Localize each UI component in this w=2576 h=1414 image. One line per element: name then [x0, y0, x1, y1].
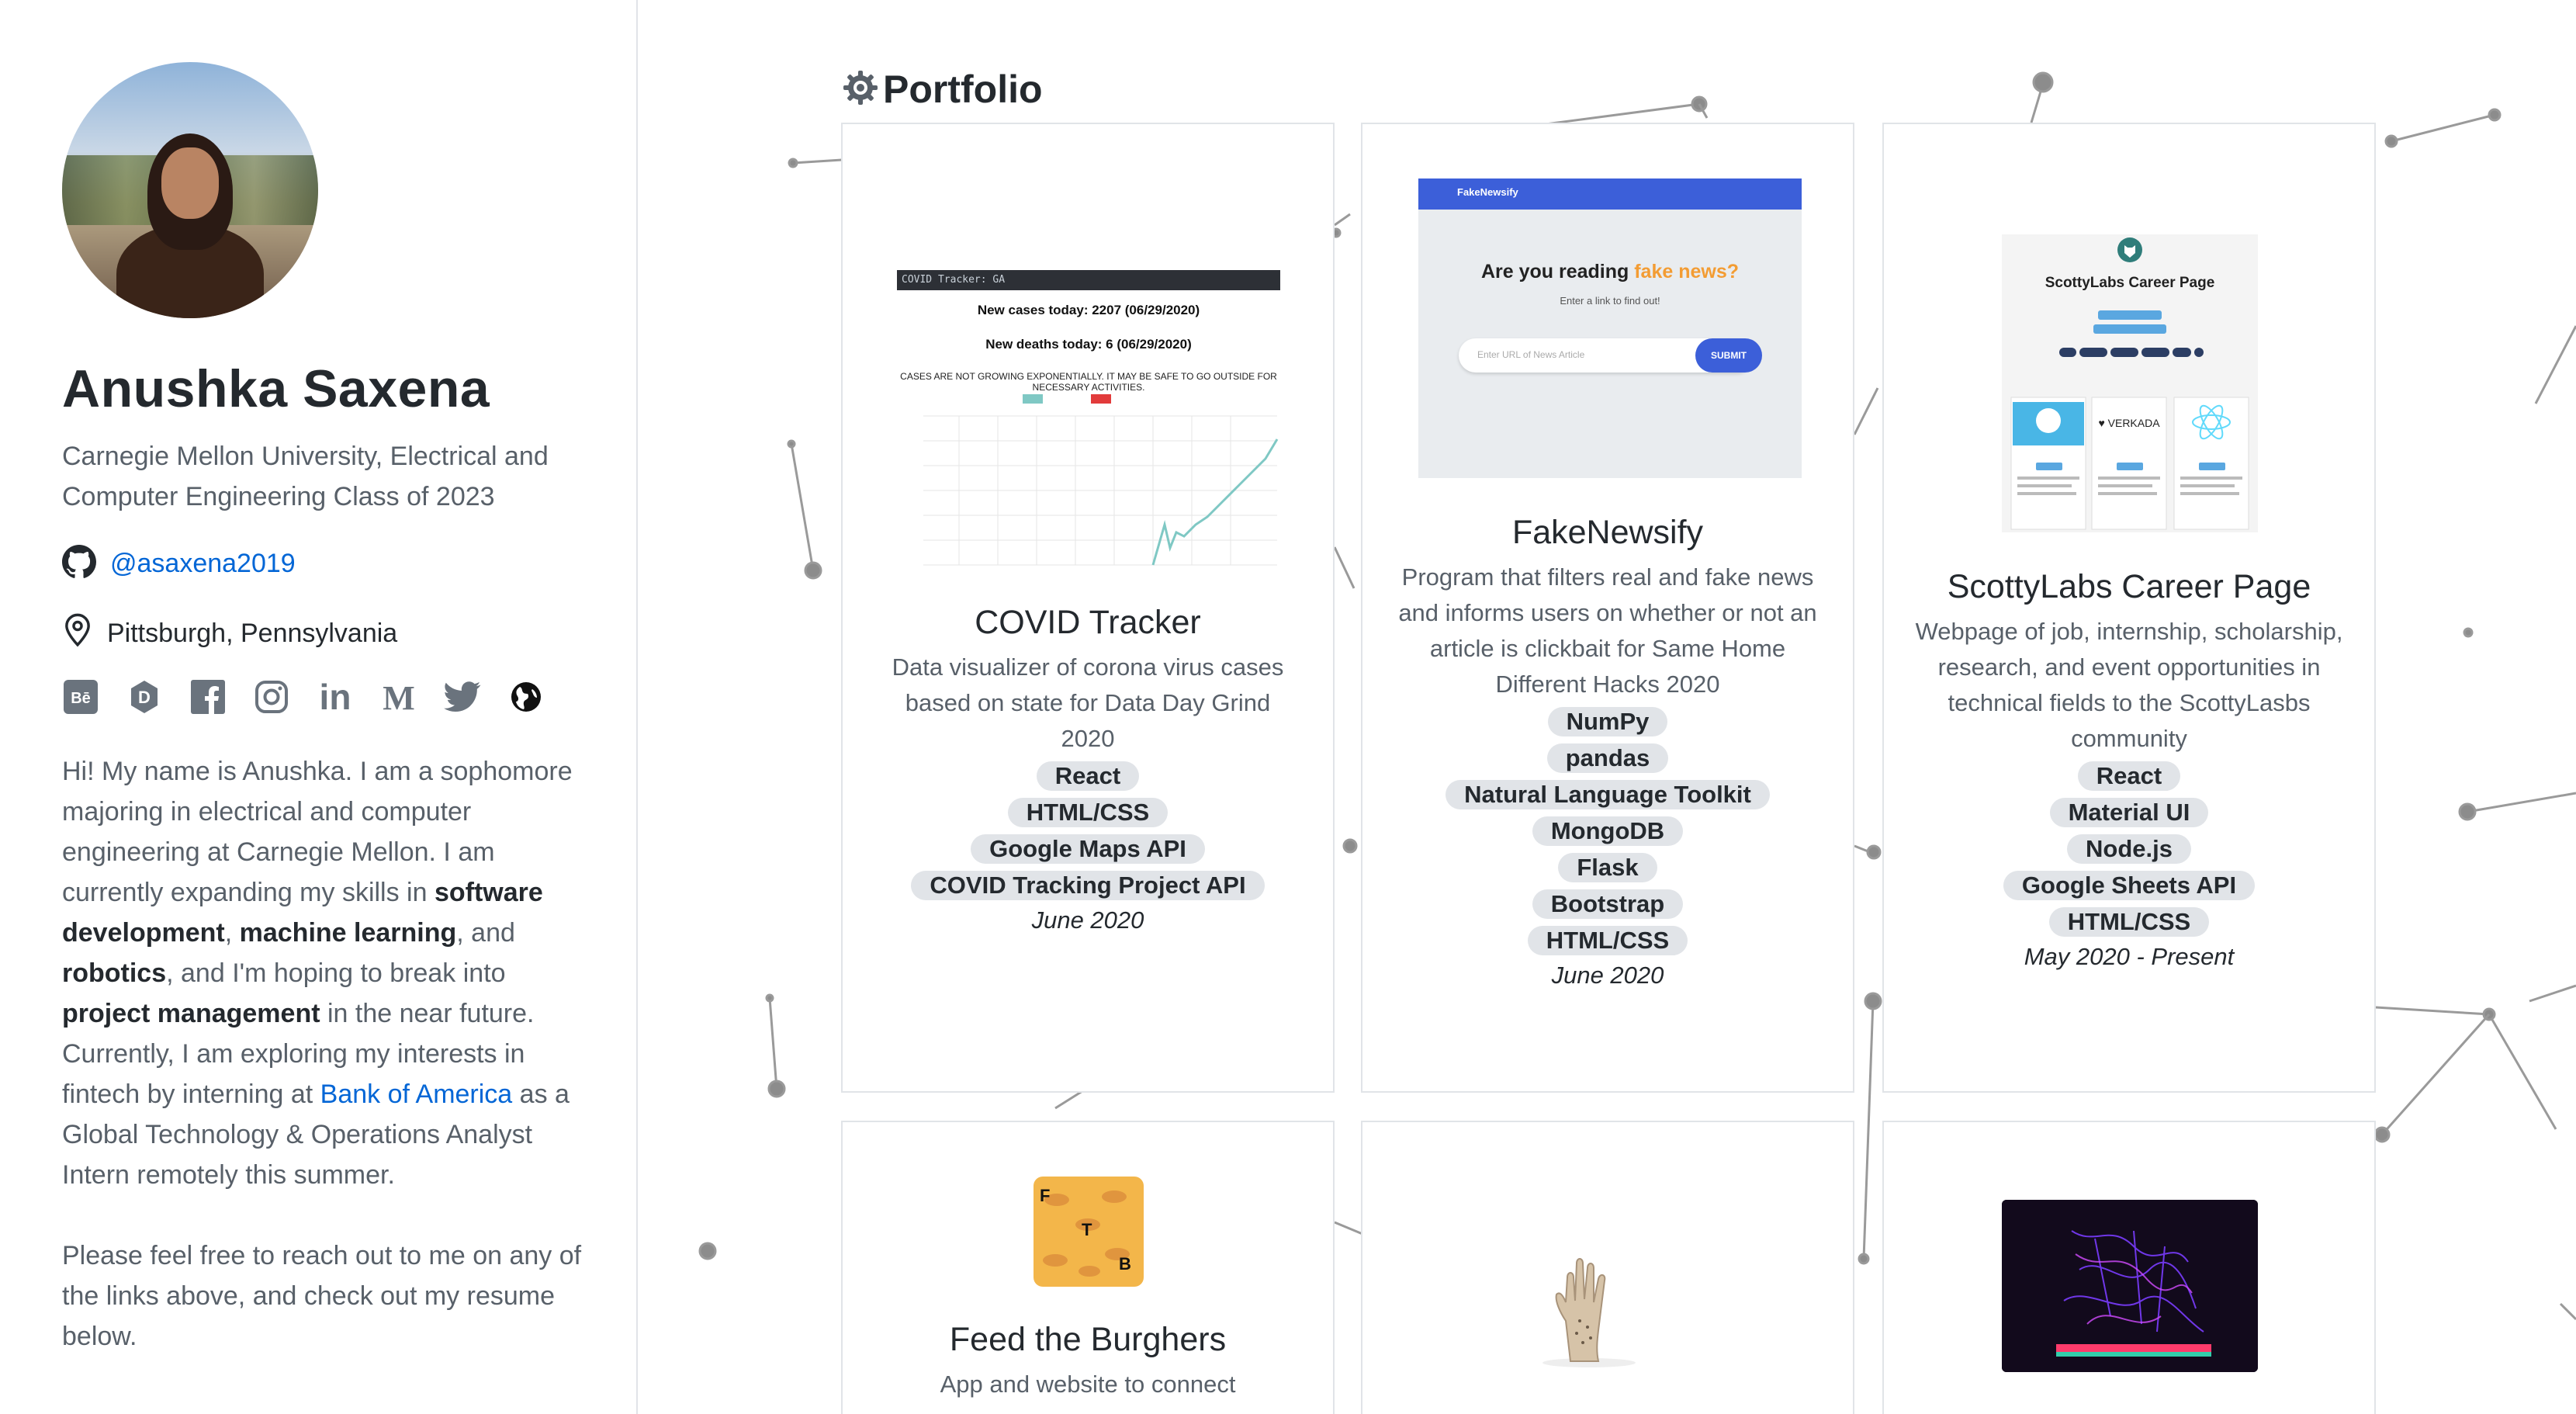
led-thumbnail [2002, 1200, 2258, 1372]
tag: Google Maps API [971, 834, 1205, 864]
portfolio-card-feed-the-burghers[interactable]: F T B Feed the Burghers App and website … [841, 1121, 1335, 1414]
medium-icon[interactable]: M [380, 678, 417, 716]
gear-icon [841, 68, 880, 111]
portfolio-card-scottylabs[interactable]: ScottyLabs Career Page ♥ VERKADA ScottyL… [1882, 123, 2376, 1093]
tag: HTML/CSS [1007, 798, 1169, 827]
card-description: Data visualizer of corona virus cases ba… [892, 653, 1284, 752]
svg-text:in: in [320, 680, 351, 714]
glove-thumbnail [1525, 1246, 1650, 1369]
portfolio-heading: Portfolio [841, 67, 1043, 112]
card-title: FakeNewsify [1511, 514, 1704, 551]
card-description: Program that filters real and fake news … [1398, 563, 1817, 698]
tag: Bootstrap [1532, 889, 1684, 919]
location-row: Pittsburgh, Pennsylvania [62, 613, 397, 654]
portfolio-card-led-project[interactable] [1882, 1121, 2376, 1414]
profile-sidebar: Anushka Saxena Carnegie Mellon Universit… [0, 0, 638, 1414]
card-tags: NumPy pandas Natural Language Toolkit Mo… [1362, 707, 1853, 955]
portfolio-card-covid-tracker[interactable]: COVID Tracker: GA New cases today: 2207 … [841, 123, 1335, 1093]
tag: COVID Tracking Project API [911, 871, 1265, 900]
location-pin-icon [62, 613, 93, 654]
tag: HTML/CSS [2048, 907, 2210, 937]
card-description: App and website to connect [940, 1371, 1236, 1398]
profile-name: Anushka Saxena [62, 359, 490, 418]
portfolio-title: Portfolio [883, 68, 1043, 111]
scottylabs-thumbnail: ScottyLabs Career Page ♥ VERKADA [2002, 234, 2258, 532]
card-description: Webpage of job, internship, scholarship,… [1915, 618, 2343, 752]
fakenewsify-thumbnail: FakeNewsify Are you reading fake news? E… [1418, 178, 1802, 478]
facebook-icon[interactable] [189, 678, 227, 716]
bank-of-america-link[interactable]: Bank of America [320, 1080, 513, 1109]
profile-tagline: Carnegie Mellon University, Electrical a… [62, 442, 549, 511]
behance-icon[interactable]: Bē [62, 678, 99, 716]
svg-text:Bē: Bē [71, 690, 91, 707]
tag: React [1036, 761, 1140, 791]
svg-text:♥ VERKADA: ♥ VERKADA [2098, 417, 2160, 429]
bio: Hi! My name is Anushka. I am a sophomore… [62, 751, 590, 1357]
avatar [62, 62, 318, 318]
instagram-icon[interactable] [253, 678, 290, 716]
card-tags: React Material UI Node.js Google Sheets … [1884, 761, 2374, 937]
card-date: June 2020 [1551, 962, 1664, 989]
social-links: Bē D in M [62, 678, 545, 716]
card-date: May 2020 - Present [2024, 943, 2235, 970]
feed-the-burghers-thumbnail: F T B [1034, 1177, 1144, 1287]
location-text: Pittsburgh, Pennsylvania [107, 619, 398, 648]
dribbble-d-icon[interactable]: D [126, 678, 163, 716]
card-date: June 2020 [1031, 906, 1144, 934]
tag: Google Sheets API [2003, 871, 2256, 900]
github-row: @asaxena2019 [62, 545, 296, 583]
card-title: Feed the Burghers [949, 1321, 1227, 1358]
tag: MongoDB [1532, 816, 1684, 846]
globe-icon[interactable] [507, 678, 545, 716]
tag: Node.js [2067, 834, 2191, 864]
tag: NumPy [1547, 707, 1668, 736]
tag: Material UI [2049, 798, 2209, 827]
card-title: COVID Tracker [975, 604, 1201, 641]
github-handle-link[interactable]: @asaxena2019 [110, 549, 296, 579]
covid-tracker-thumbnail: COVID Tracker: GA New cases today: 2207 … [897, 270, 1280, 574]
twitter-icon[interactable] [444, 678, 481, 716]
tag: HTML/CSS [1527, 926, 1688, 955]
tag: React [2077, 761, 2181, 791]
tag: Natural Language Toolkit [1446, 780, 1770, 809]
portfolio-card-glove-project[interactable] [1361, 1121, 1854, 1414]
linkedin-icon[interactable]: in [317, 678, 354, 716]
tag: pandas [1546, 743, 1669, 773]
tag: Flask [1558, 853, 1657, 882]
card-title: ScottyLabs Career Page [1947, 568, 2311, 605]
svg-text:M: M [383, 680, 415, 714]
portfolio-card-fakenewsify[interactable]: FakeNewsify Are you reading fake news? E… [1361, 123, 1854, 1093]
bio-paragraph-1: Hi! My name is Anushka. I am a sophomore… [62, 757, 573, 1190]
svg-text:D: D [138, 688, 151, 707]
github-icon [62, 545, 96, 583]
card-tags: React HTML/CSS Google Maps API COVID Tra… [843, 761, 1333, 900]
bio-paragraph-2: Please feel free to reach out to me on a… [62, 1241, 582, 1351]
